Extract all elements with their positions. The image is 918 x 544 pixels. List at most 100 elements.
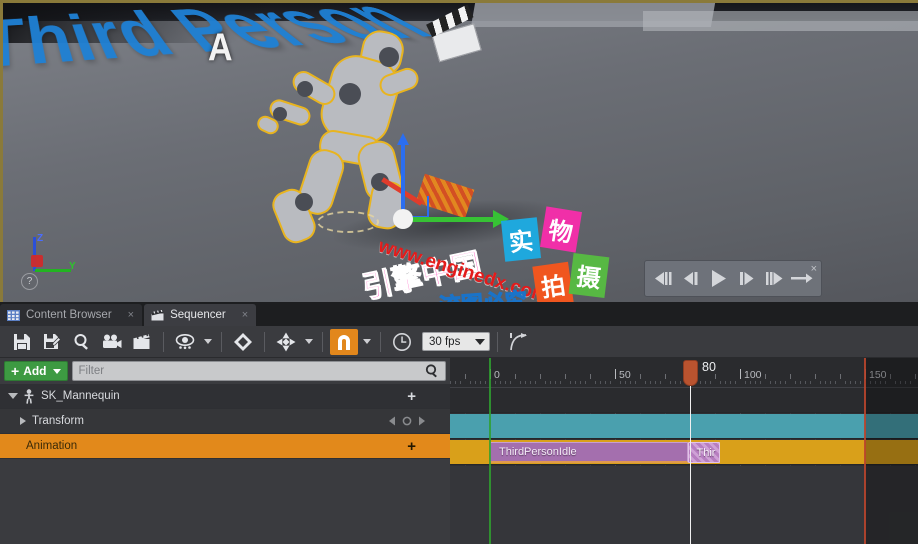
add-animation-section-button[interactable]: + [407, 439, 416, 454]
filter-search-icon[interactable] [425, 364, 439, 378]
playback-transport-bar[interactable]: × [644, 260, 822, 297]
jump-to-start-icon[interactable] [653, 267, 675, 291]
ruler-tick-minor [665, 374, 666, 379]
tab-content-browser-close-icon[interactable]: × [128, 309, 134, 321]
ruler-subtick [505, 381, 506, 384]
ruler-subtick [820, 381, 821, 384]
gizmo-center-handle[interactable] [393, 209, 413, 229]
viewport-axis-gizmo: Z Y ? [15, 231, 85, 293]
camera-icon[interactable] [98, 329, 126, 355]
ruler-subtick [810, 381, 811, 384]
ruler-subtick [575, 381, 576, 384]
ruler-tick-major [740, 369, 741, 379]
add-plus-glyph: + [11, 363, 20, 379]
viewport-help-icon[interactable]: ? [21, 273, 38, 290]
next-key-icon[interactable] [416, 416, 426, 426]
ruler-subtick [660, 381, 661, 384]
panel-tab-bar: Content Browser × Sequencer × [0, 302, 918, 326]
outliner-row-sk-mannequin[interactable]: SK_Mannequin + [0, 384, 450, 409]
ruler-tick-minor [765, 374, 766, 379]
eye-options-caret-icon[interactable] [201, 329, 214, 355]
framerate-value: 30 fps [429, 335, 461, 348]
jump-to-end-icon[interactable] [763, 267, 785, 291]
ruler-subtick [495, 381, 496, 384]
gizmo-axis-y[interactable] [405, 217, 497, 222]
outliner-empty-area[interactable] [0, 459, 450, 544]
content-browser-icon [7, 309, 20, 321]
transport-close-icon[interactable]: × [811, 263, 817, 275]
ruler-subtick [795, 381, 796, 384]
keyframe-diamond-icon[interactable] [229, 329, 257, 355]
ruler-subtick [835, 381, 836, 384]
watermark-box-wu: 物 [540, 206, 582, 253]
animation-clip[interactable]: Thir [687, 442, 720, 463]
playback-end-marker[interactable] [864, 358, 866, 544]
magnet-snap-icon[interactable] [330, 328, 358, 355]
playhead-handle[interactable] [682, 360, 698, 386]
ruler-tick-minor [515, 374, 516, 379]
ruler-subtick [725, 381, 726, 384]
filter-field[interactable] [71, 361, 446, 381]
ruler-subtick [710, 381, 711, 384]
timeline-out-of-range-overlay [865, 358, 918, 544]
timeline-lane-object[interactable] [450, 388, 918, 413]
ruler-subtick [450, 381, 451, 384]
play-icon[interactable] [708, 267, 730, 291]
ruler-subtick [670, 381, 671, 384]
add-key-icon[interactable] [402, 416, 412, 426]
ruler-subtick [470, 381, 471, 384]
filter-input[interactable] [78, 365, 425, 377]
timeline-lane-empty[interactable] [450, 466, 918, 544]
ruler-tick-minor [815, 374, 816, 379]
add-track-button[interactable]: + Add [4, 361, 68, 381]
level-viewport[interactable]: Third Person A Z Y ? 引擎中国 www.enginedx.c… [0, 0, 918, 302]
axis-y-line [35, 269, 71, 272]
tab-sequencer[interactable]: Sequencer × [144, 304, 257, 326]
ruler-subtick [780, 381, 781, 384]
outliner-row-transform[interactable]: Transform [0, 409, 450, 434]
tab-content-browser[interactable]: Content Browser × [0, 304, 143, 326]
eye-icon[interactable] [171, 329, 199, 355]
save-as-icon[interactable] [38, 329, 66, 355]
timeline-lane-transform[interactable] [450, 414, 918, 439]
framerate-dropdown[interactable]: 30 fps [422, 332, 490, 351]
ruler-subtick [585, 381, 586, 384]
playback-start-marker[interactable] [489, 358, 491, 544]
sequencer-icon [151, 309, 164, 320]
skeleton-icon [24, 388, 34, 404]
ruler-subtick [645, 381, 646, 384]
mannequin-chest-plate [339, 83, 361, 105]
clock-icon[interactable] [388, 329, 416, 355]
key-interp-caret-icon[interactable] [302, 329, 315, 355]
outliner-row-animation[interactable]: Animation + [0, 434, 450, 459]
ruler-subtick [730, 381, 731, 384]
watermark-box-pai: 拍 [532, 261, 574, 302]
clapperboard-icon[interactable] [128, 329, 156, 355]
ruler-subtick [635, 381, 636, 384]
add-track-to-object-button[interactable]: + [407, 389, 416, 404]
axis-z-label: Z [37, 233, 44, 244]
step-forward-icon[interactable] [736, 267, 758, 291]
ruler-subtick [770, 381, 771, 384]
gizmo-axis-z-cap[interactable] [397, 133, 409, 145]
sequencer-timeline[interactable]: 0 50 100 150 ThirdPersonIdle Thir 80 [450, 358, 918, 544]
viewport-far-ledge [643, 11, 918, 31]
tab-sequencer-close-icon[interactable]: × [242, 309, 248, 321]
keyframe-nav-group[interactable] [388, 416, 426, 426]
animation-clip[interactable]: ThirdPersonIdle [490, 442, 688, 463]
curve-editor-icon[interactable] [505, 329, 533, 355]
snap-options-caret-icon[interactable] [360, 329, 373, 355]
ruler-tick-minor [540, 374, 541, 379]
ruler-tick-label: 100 [744, 369, 762, 381]
ruler-subtick [630, 381, 631, 384]
ruler-subtick [600, 381, 601, 384]
previous-key-icon[interactable] [388, 416, 398, 426]
key-interpolation-icon[interactable] [272, 329, 300, 355]
step-backward-icon[interactable] [681, 267, 703, 291]
save-icon[interactable] [8, 329, 36, 355]
search-icon[interactable] [68, 329, 96, 355]
tab-sequencer-label: Sequencer [170, 309, 226, 321]
sequencer-outliner: SK_Mannequin + Transform Animation + [0, 384, 450, 544]
mannequin-actor[interactable] [254, 4, 533, 248]
gizmo-axis-z[interactable] [401, 141, 405, 219]
